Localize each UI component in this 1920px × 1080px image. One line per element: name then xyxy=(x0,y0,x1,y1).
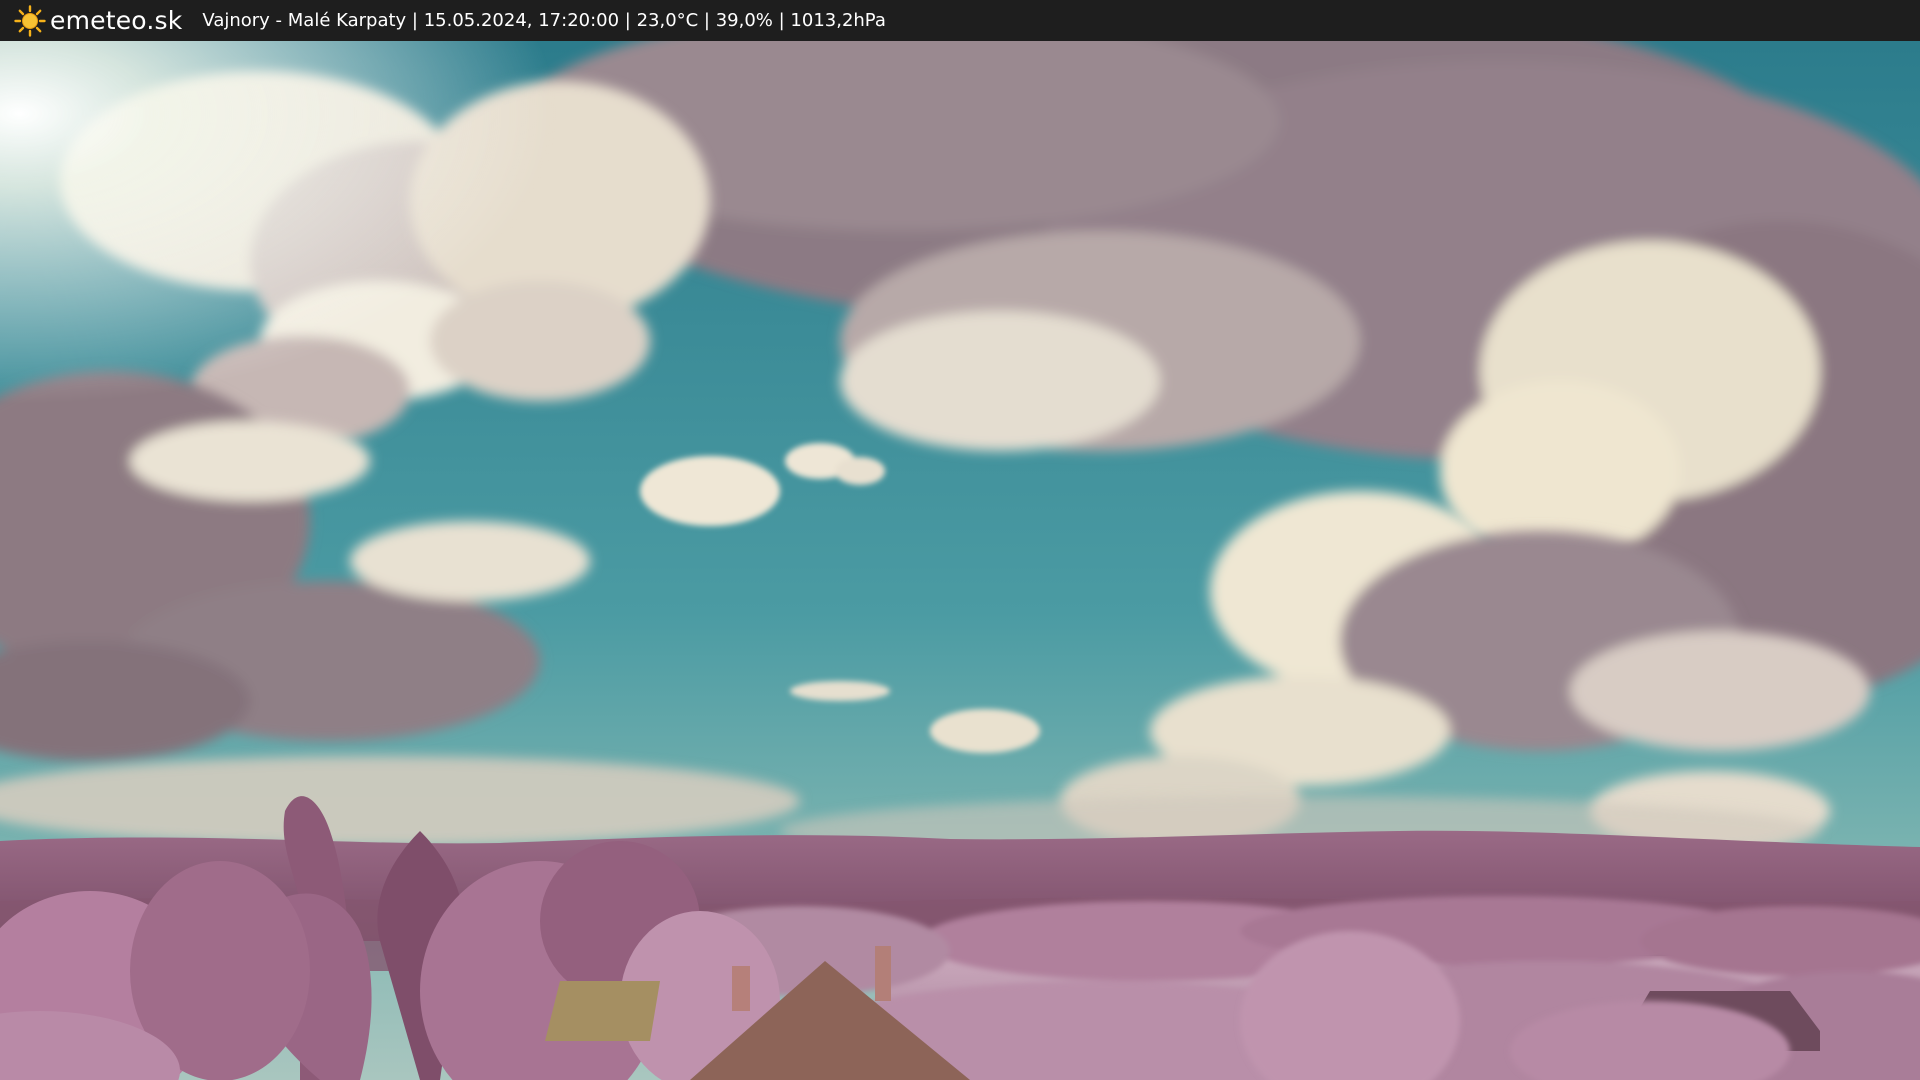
webcam-landscape-image xyxy=(0,41,1920,1080)
webcam-frame: emeteo.sk Vajnory - Malé Karpaty | 15.05… xyxy=(0,0,1920,1080)
caption-bar: emeteo.sk Vajnory - Malé Karpaty | 15.05… xyxy=(0,0,1920,41)
sun-icon xyxy=(14,4,46,37)
brand-name: emeteo.sk xyxy=(50,6,183,35)
station-caption: Vajnory - Malé Karpaty | 15.05.2024, 17:… xyxy=(202,10,886,31)
brand-logo[interactable]: emeteo.sk xyxy=(14,4,183,37)
